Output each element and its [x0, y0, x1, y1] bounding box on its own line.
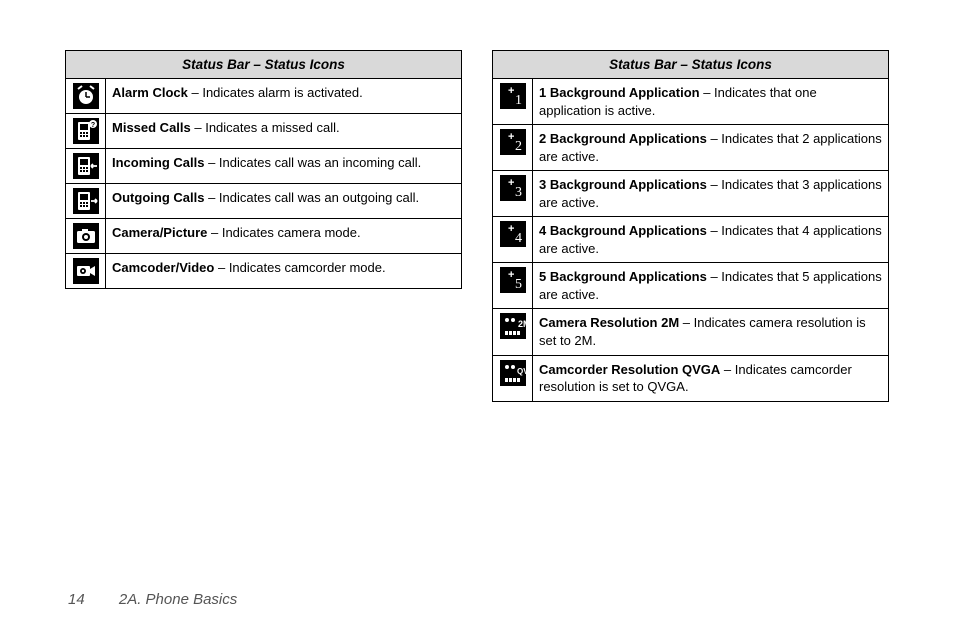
icon-description: Camera/Picture – Indicates camera mode. [106, 219, 462, 254]
icon-description: 2 Background Applications – Indicates th… [533, 125, 889, 171]
table-row: Outgoing Calls – Indicates call was an o… [66, 184, 462, 219]
svg-text:2: 2 [515, 139, 522, 154]
svg-text:2M: 2M [518, 319, 526, 329]
bg2-icon: +2 [493, 125, 533, 171]
alarm-clock-icon [66, 79, 106, 114]
right-column: Status Bar – Status Icons +11 Background… [492, 50, 889, 402]
resqvga-icon: QV [493, 355, 533, 401]
missed-calls-icon: ? [66, 114, 106, 149]
camera-icon [66, 219, 106, 254]
icon-description: Camcorder Resolution QVGA – Indicates ca… [533, 355, 889, 401]
bg1-icon: +1 [493, 79, 533, 125]
term: Outgoing Calls [112, 190, 204, 205]
icon-description: 5 Background Applications – Indicates th… [533, 263, 889, 309]
table-row: Incoming Calls – Indicates call was an i… [66, 149, 462, 184]
svg-text:+: + [508, 85, 514, 97]
bg4-icon: +4 [493, 217, 533, 263]
description-text: – Indicates call was an outgoing call. [204, 190, 419, 205]
svg-text:+: + [508, 223, 514, 235]
page-number: 14 [68, 591, 85, 608]
icon-description: Missed Calls – Indicates a missed call. [106, 114, 462, 149]
outgoing-calls-icon [66, 184, 106, 219]
table-row: 2M Camera Resolution 2M – Indicates camer… [493, 309, 889, 355]
svg-text:+: + [508, 269, 514, 281]
term: Incoming Calls [112, 155, 204, 170]
term: 3 Background Applications [539, 177, 707, 192]
res2m-icon: 2M [493, 309, 533, 355]
icon-description: Alarm Clock – Indicates alarm is activat… [106, 79, 462, 114]
description-text: – Indicates alarm is activated. [188, 85, 363, 100]
term: Missed Calls [112, 120, 191, 135]
left-column: Status Bar – Status Icons Alarm Clock – … [65, 50, 462, 402]
table-row: +11 Background Application – Indicates t… [493, 79, 889, 125]
description-text: – Indicates camera mode. [207, 225, 360, 240]
icon-description: Outgoing Calls – Indicates call was an o… [106, 184, 462, 219]
term: Alarm Clock [112, 85, 188, 100]
term: 4 Background Applications [539, 223, 707, 238]
svg-text:3: 3 [515, 185, 522, 200]
svg-text:QV: QV [517, 367, 526, 376]
table-row: Camera/Picture – Indicates camera mode. [66, 219, 462, 254]
svg-text:4: 4 [515, 231, 522, 246]
term: 2 Background Applications [539, 131, 707, 146]
table-row: Alarm Clock – Indicates alarm is activat… [66, 79, 462, 114]
term: Camcorder Resolution QVGA [539, 362, 720, 377]
table-row: +33 Background Applications – Indicates … [493, 171, 889, 217]
svg-text:1: 1 [515, 93, 522, 108]
table-row: ? Missed Calls – Indicates a missed call. [66, 114, 462, 149]
page-content: Status Bar – Status Icons Alarm Clock – … [0, 0, 954, 402]
table-row: +55 Background Applications – Indicates … [493, 263, 889, 309]
camcorder-icon [66, 254, 106, 289]
table-row: QV Camcorder Resolution QVGA – Indicates … [493, 355, 889, 401]
page-footer: 14 2A. Phone Basics [68, 591, 237, 608]
svg-text:5: 5 [515, 277, 522, 292]
icon-description: Camera Resolution 2M – Indicates camera … [533, 309, 889, 355]
description-text: – Indicates camcorder mode. [214, 260, 385, 275]
term: 5 Background Applications [539, 269, 707, 284]
icon-description: Camcoder/Video – Indicates camcorder mod… [106, 254, 462, 289]
svg-text:?: ? [90, 122, 94, 129]
icon-description: 1 Background Application – Indicates tha… [533, 79, 889, 125]
svg-text:+: + [508, 131, 514, 143]
term: Camcoder/Video [112, 260, 214, 275]
table-header: Status Bar – Status Icons [66, 51, 462, 79]
status-icons-table-right: Status Bar – Status Icons +11 Background… [492, 50, 889, 402]
icon-description: Incoming Calls – Indicates call was an i… [106, 149, 462, 184]
description-text: – Indicates a missed call. [191, 120, 340, 135]
table-row: +44 Background Applications – Indicates … [493, 217, 889, 263]
term: Camera Resolution 2M [539, 315, 679, 330]
table-row: +22 Background Applications – Indicates … [493, 125, 889, 171]
svg-text:+: + [508, 177, 514, 189]
section-title: 2A. Phone Basics [119, 591, 237, 608]
bg3-icon: +3 [493, 171, 533, 217]
table-row: Camcoder/Video – Indicates camcorder mod… [66, 254, 462, 289]
icon-description: 3 Background Applications – Indicates th… [533, 171, 889, 217]
icon-description: 4 Background Applications – Indicates th… [533, 217, 889, 263]
term: 1 Background Application [539, 85, 700, 100]
status-icons-table-left: Status Bar – Status Icons Alarm Clock – … [65, 50, 462, 289]
incoming-calls-icon [66, 149, 106, 184]
table-header: Status Bar – Status Icons [493, 51, 889, 79]
bg5-icon: +5 [493, 263, 533, 309]
term: Camera/Picture [112, 225, 207, 240]
description-text: – Indicates call was an incoming call. [204, 155, 421, 170]
